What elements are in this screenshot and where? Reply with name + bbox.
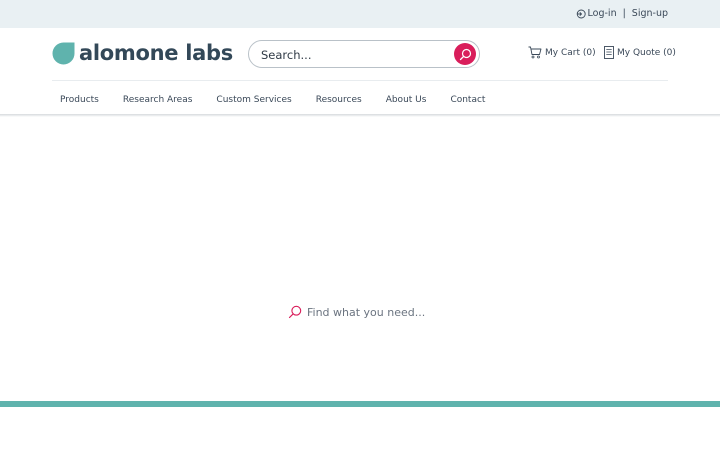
quote-link[interactable]: My Quote (0) [604,46,676,59]
find-label: Find what you need... [307,305,426,319]
login-link[interactable]: Log-in [576,8,617,19]
search-input[interactable] [261,46,451,63]
search-box [248,40,480,68]
login-icon [576,9,586,18]
signup-link[interactable]: Sign-up [632,8,668,19]
header-shadow [0,114,720,117]
auth-links: Log-in | Sign-up [576,8,668,19]
auth-separator: | [622,8,626,19]
logo-mark-icon [52,42,75,64]
header-divider [52,80,668,81]
nav-item-resources[interactable]: Resources [308,94,370,106]
nav-item-research-areas[interactable]: Research Areas [115,94,201,106]
quote-icon [604,46,614,59]
find-search-icon [288,305,302,319]
nav-item-about-us[interactable]: About Us [378,94,435,106]
main-nav: Products Research Areas Custom Services … [52,94,501,106]
logo-text: alomone labs [79,41,233,65]
cart-label: My Cart (0) [545,47,596,58]
nav-item-custom-services[interactable]: Custom Services [208,94,299,106]
quote-label: My Quote (0) [617,47,676,58]
search-button[interactable] [454,43,476,65]
footer-accent-bar [0,401,720,407]
cart-link[interactable]: My Cart (0) [528,46,596,59]
site-logo[interactable]: alomone labs [52,40,233,66]
find-search-prompt[interactable]: Find what you need... [288,305,425,319]
nav-item-contact[interactable]: Contact [442,94,493,106]
nav-item-products[interactable]: Products [52,94,107,106]
login-label: Log-in [587,8,617,19]
top-utility-bar: Log-in | Sign-up [0,0,720,28]
search-icon [459,48,471,60]
cart-icon [528,46,542,59]
